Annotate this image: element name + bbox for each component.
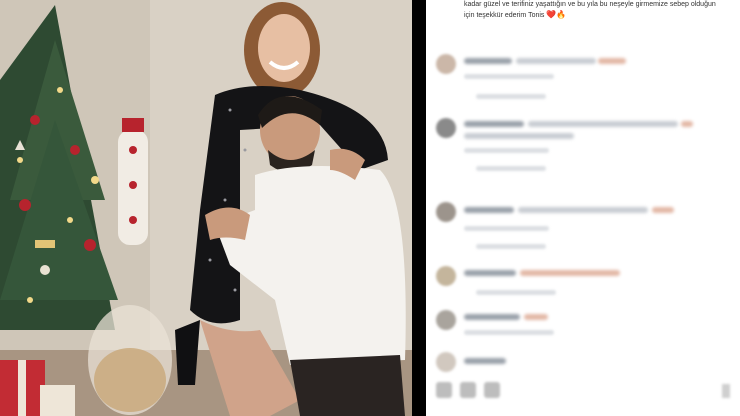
comment-text-blurred xyxy=(464,133,574,139)
comment-text-blurred xyxy=(518,207,648,213)
panel-divider xyxy=(412,0,426,416)
comments-panel: kadar güzel ve terifiniz yaşattığın ve b… xyxy=(426,0,740,416)
post-caption: kadar güzel ve terifiniz yaşattığın ve b… xyxy=(464,0,726,21)
comment-item[interactable] xyxy=(426,352,740,374)
avatar[interactable] xyxy=(436,118,456,138)
comment-username-blurred xyxy=(464,207,514,213)
comment-username-blurred xyxy=(464,121,524,127)
view-replies-blurred[interactable] xyxy=(476,94,546,99)
comment-meta-blurred xyxy=(464,330,554,335)
post-photo[interactable] xyxy=(0,0,412,416)
comment-text-blurred xyxy=(528,121,678,127)
comment-meta-blurred xyxy=(464,226,549,231)
comment-item[interactable] xyxy=(426,202,740,249)
heart-fire-emoji-icon: ❤️🔥 xyxy=(546,10,567,19)
comment-item[interactable] xyxy=(426,118,740,171)
comment-username-blurred xyxy=(464,358,506,364)
comment-meta-blurred xyxy=(464,148,549,153)
heart-icon[interactable] xyxy=(436,382,452,398)
avatar[interactable] xyxy=(436,266,456,286)
share-icon[interactable] xyxy=(484,382,500,398)
comment-item[interactable] xyxy=(426,54,740,100)
view-replies-blurred[interactable] xyxy=(476,244,546,249)
comment-emoji-blurred xyxy=(524,314,548,320)
avatar[interactable] xyxy=(436,310,456,330)
comment-item[interactable] xyxy=(426,266,740,312)
comment-emoji-blurred xyxy=(681,121,693,127)
post-caption-text: kadar güzel ve terifiniz yaşattığın ve b… xyxy=(464,1,716,19)
post-action-bar xyxy=(426,378,740,408)
comment-text-blurred xyxy=(520,270,620,276)
comment-emoji-blurred xyxy=(598,58,626,64)
comment-username-blurred xyxy=(464,58,512,64)
comment-icon[interactable] xyxy=(460,382,476,398)
comment-text-blurred xyxy=(516,58,596,64)
avatar[interactable] xyxy=(436,54,456,74)
comment-username-blurred xyxy=(464,314,520,320)
comment-emoji-blurred xyxy=(652,207,674,213)
comment-meta-blurred xyxy=(464,74,554,79)
avatar[interactable] xyxy=(436,352,456,372)
comment-item[interactable] xyxy=(426,310,740,356)
comment-username-blurred xyxy=(464,270,516,276)
avatar[interactable] xyxy=(436,202,456,222)
bookmark-icon[interactable] xyxy=(722,384,730,398)
view-replies-blurred[interactable] xyxy=(476,166,546,171)
comment-meta-blurred xyxy=(476,290,556,295)
post-photo-illustration xyxy=(0,0,412,416)
